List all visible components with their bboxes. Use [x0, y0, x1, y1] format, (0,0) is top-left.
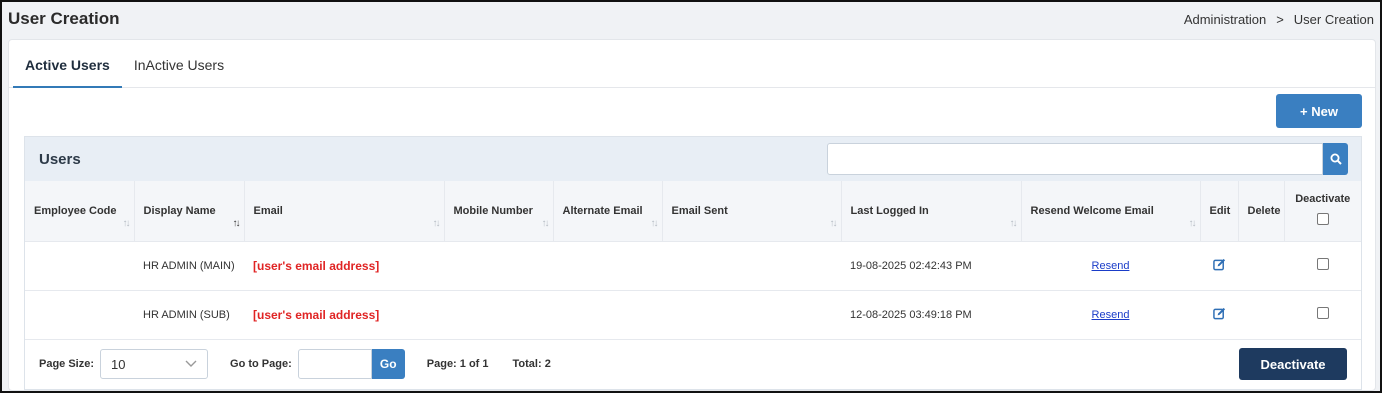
cell-edit [1200, 241, 1238, 291]
col-display-name[interactable]: Display Name ↑↓ [134, 181, 245, 242]
tab-bar: Active Users InActive Users [9, 40, 1375, 88]
cell-email-sent [662, 290, 841, 340]
table-footer: Page Size: 10 Go to Page: Go Page: 1 of … [25, 339, 1361, 389]
col-mobile-number[interactable]: Mobile Number ↑↓ [444, 181, 554, 242]
goto-page-input[interactable] [297, 349, 372, 379]
sort-icon[interactable]: ↑↓ [1189, 218, 1197, 229]
users-table: Employee Code ↑↓ Display Name ↑↓ Email ↑↓ M… [25, 181, 1361, 340]
sort-icon[interactable]: ↑↓ [433, 218, 441, 229]
breadcrumb-separator: > [1276, 11, 1284, 27]
sort-icon[interactable]: ↑↓ [651, 218, 659, 229]
deactivate-button[interactable]: Deactivate [1239, 348, 1347, 380]
page-size-value: 10 [111, 356, 126, 372]
cell-email: [user's email address] [244, 241, 444, 291]
sort-icon[interactable]: ↑↓ [233, 218, 241, 229]
breadcrumb-administration[interactable]: Administration [1184, 12, 1266, 27]
resend-link[interactable]: Resend [1092, 260, 1130, 272]
cell-deactivate [1284, 241, 1361, 291]
table-row: HR ADMIN (SUB) [user's email address] 12… [25, 290, 1361, 340]
sort-icon[interactable]: ↑↓ [542, 218, 550, 229]
cell-delete [1238, 290, 1284, 340]
col-alternate-email[interactable]: Alternate Email ↑↓ [553, 181, 663, 242]
cell-alternate-email [553, 290, 662, 340]
page-title: User Creation [8, 9, 120, 28]
breadcrumb-current: User Creation [1293, 11, 1374, 27]
page-size-label: Page Size: [39, 358, 95, 370]
col-delete: Delete [1238, 181, 1285, 242]
cell-last-logged-in: 12-08-2025 03:49:18 PM [841, 290, 1021, 340]
users-panel-title: Users [39, 150, 81, 168]
resend-link[interactable]: Resend [1092, 309, 1130, 321]
cell-mobile [444, 241, 553, 291]
go-button[interactable]: Go [371, 349, 405, 379]
page-size-select[interactable]: 10 [100, 349, 209, 379]
email-value: [user's email address] [253, 258, 380, 273]
users-panel-header: Users [25, 137, 1361, 181]
col-email[interactable]: Email ↑↓ [244, 181, 445, 242]
search-box [827, 143, 1348, 175]
cell-last-logged-in: 19-08-2025 02:42:43 PM [841, 241, 1021, 291]
cell-mobile [444, 290, 553, 340]
sort-icon[interactable]: ↑↓ [1010, 218, 1018, 229]
search-input[interactable] [827, 143, 1323, 175]
breadcrumb: Administration > User Creation [1184, 12, 1374, 27]
main-card: Active Users InActive Users + New Users [8, 39, 1376, 391]
deactivate-checkbox[interactable] [1316, 258, 1329, 270]
search-icon [1330, 153, 1342, 165]
users-panel: Users Employee Code ↑↓ Display Name ↑↓ E… [24, 136, 1362, 390]
cell-employee-code [25, 241, 134, 291]
cell-resend: Resend [1021, 290, 1200, 340]
cell-alternate-email [553, 241, 662, 291]
col-email-sent[interactable]: Email Sent ↑↓ [662, 181, 842, 242]
cell-display-name: HR ADMIN (SUB) [134, 290, 244, 340]
table-header-row: Employee Code ↑↓ Display Name ↑↓ Email ↑↓ M… [25, 181, 1361, 242]
col-deactivate-label: Deactivate [1295, 193, 1351, 206]
cell-resend: Resend [1021, 241, 1200, 291]
cell-edit [1200, 290, 1238, 340]
cell-email-sent [662, 241, 841, 291]
table-row: HR ADMIN (MAIN) [user's email address] 1… [25, 241, 1361, 291]
deactivate-checkbox[interactable] [1316, 307, 1329, 319]
col-employee-code[interactable]: Employee Code ↑↓ [25, 181, 135, 242]
sort-icon[interactable]: ↑↓ [123, 218, 131, 229]
sort-icon[interactable]: ↑↓ [830, 218, 838, 229]
chevron-down-icon [185, 360, 197, 367]
cell-deactivate [1284, 290, 1361, 340]
cell-employee-code [25, 290, 134, 340]
page-info: Page: 1 of 1 [426, 358, 489, 370]
select-all-checkbox[interactable] [1316, 213, 1329, 226]
page-header: User Creation Administration > User Crea… [2, 2, 1380, 36]
total-count: Total: 2 [512, 358, 551, 370]
cell-delete [1238, 241, 1284, 291]
goto-page-label: Go to Page: [230, 358, 292, 370]
search-button[interactable] [1323, 143, 1348, 175]
col-resend-welcome-email[interactable]: Resend Welcome Email ↑↓ [1021, 181, 1201, 242]
tab-active-users[interactable]: Active Users [13, 39, 122, 88]
edit-icon[interactable] [1212, 307, 1226, 320]
col-deactivate: Deactivate [1284, 181, 1361, 242]
new-user-button[interactable]: + New [1276, 94, 1362, 128]
edit-icon[interactable] [1212, 258, 1226, 271]
tab-inactive-users[interactable]: InActive Users [122, 39, 236, 87]
cell-display-name: HR ADMIN (MAIN) [134, 241, 244, 291]
email-value: [user's email address] [253, 307, 380, 322]
col-last-logged-in[interactable]: Last Logged In ↑↓ [841, 181, 1022, 242]
col-edit: Edit [1200, 181, 1239, 242]
cell-email: [user's email address] [244, 290, 444, 340]
